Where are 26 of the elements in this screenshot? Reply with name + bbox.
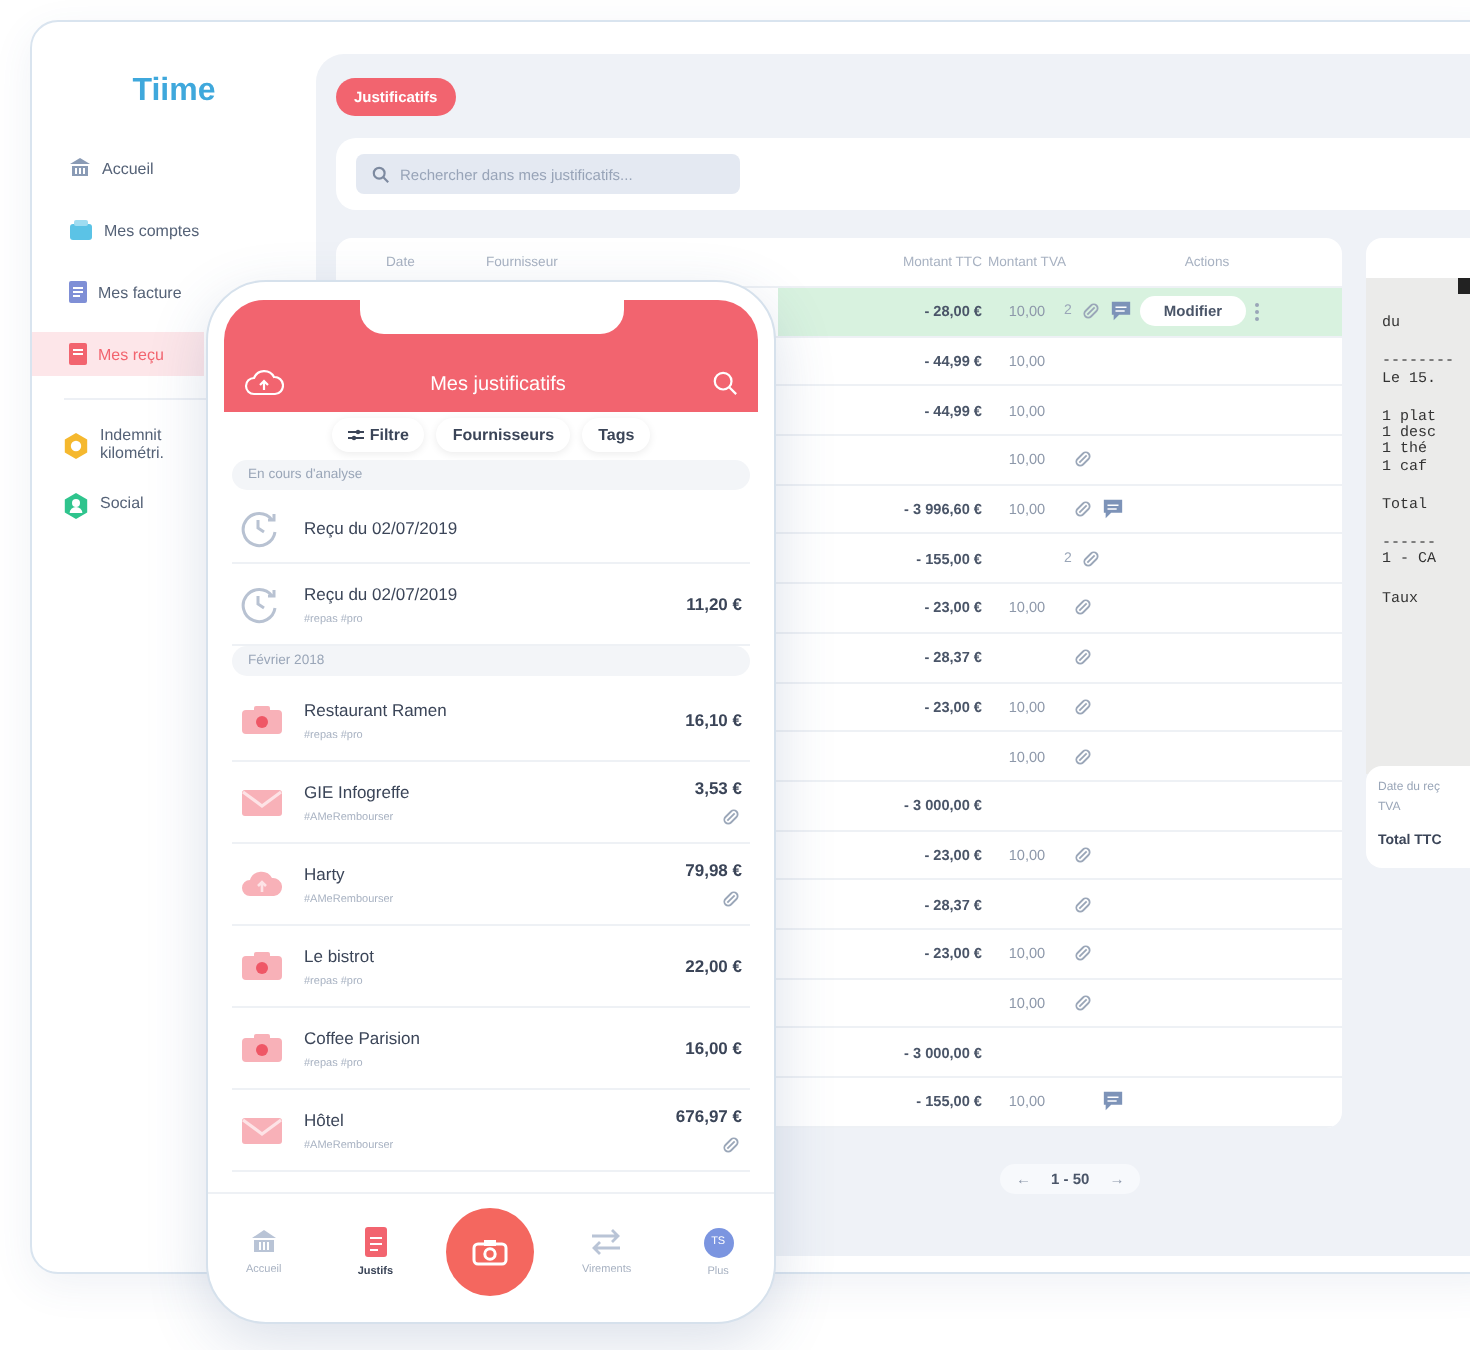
item-amount: 22,00 € [685,956,742,976]
item-amount: 676,97 € [675,1105,742,1125]
sidebar-item[interactable]: Indemnit kilométri. [32,428,204,464]
item-name: Harty [304,863,347,883]
filter-chip[interactable]: Fournisseurs [436,418,571,452]
item-amount: 16,10 € [685,710,742,730]
item-name: Coffee Parision [304,1027,422,1047]
item-amount: 11,20 € [686,594,742,614]
item-name: Reçu du 02/07/2019 [304,583,460,603]
filter-chip[interactable]: Tags [582,418,651,452]
item-name: Reçu du 02/07/2019 [304,518,460,538]
receipt-item[interactable]: Reçu du 02/07/2019 [232,494,750,564]
item-name: GIE Infogreffe [304,781,412,801]
item-name: Restaurant Ramen [304,699,449,719]
item-name: Le bistrot [304,945,376,965]
sidebar-item[interactable]: Mes facture [32,270,204,314]
logo: Tiime [132,74,216,110]
filter-chip[interactable]: Filtre [331,418,425,452]
item-amount: 3,53 € [694,777,742,797]
sidebar-item[interactable]: Social [32,491,204,520]
item-amount: 79,98 € [685,859,742,879]
screen-title: Mes justificatifs [430,374,566,396]
sidebar-item[interactable]: Accueil [32,146,204,190]
item-amount: 16,00 € [685,1038,742,1058]
sidebar-item[interactable]: Mes comptes [32,208,204,252]
item-name: Hôtel [304,1109,346,1129]
